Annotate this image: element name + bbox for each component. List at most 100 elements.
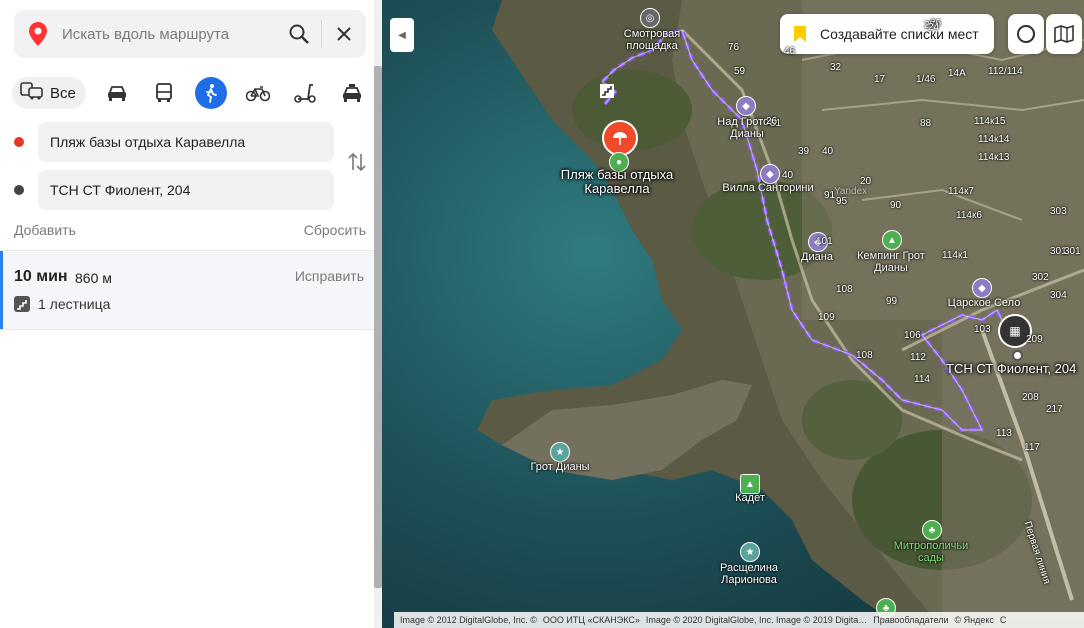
attraction-star-icon[interactable]: ★ bbox=[740, 542, 760, 562]
house-number: 95 bbox=[836, 196, 848, 207]
swap-arrows-icon[interactable] bbox=[346, 150, 370, 174]
to-field[interactable]: ТСН СТ Фиолент, 204 bbox=[38, 170, 334, 210]
route-distance: 860 м bbox=[75, 270, 112, 286]
house-number: 103 bbox=[974, 324, 991, 335]
bus-icon[interactable] bbox=[148, 77, 180, 109]
attribution-digitalglobe: Image © 2012 DigitalGlobe, Inc. © bbox=[400, 615, 537, 625]
attribution-digitalglobe-2: Image © 2020 DigitalGlobe, Inc. Image © … bbox=[645, 615, 868, 625]
start-place-label: Пляж базы отдыха Каравелла bbox=[560, 167, 674, 196]
attribution-scanex[interactable]: ООО ИТЦ «СКАНЭКС» bbox=[543, 615, 640, 625]
house-number: 90 bbox=[890, 200, 902, 211]
yandex-copyright: © Яндекс bbox=[954, 615, 994, 625]
end-place-label: ТСН СТ Фиолент, 204 bbox=[946, 361, 1077, 376]
house-number: 91 bbox=[824, 190, 836, 201]
house-number: 301 bbox=[1064, 246, 1081, 257]
house-number: 109 bbox=[818, 312, 835, 323]
route-panel: Искать вдоль маршрута Все Пляж базы отды… bbox=[0, 0, 382, 628]
house-number: 40 bbox=[822, 146, 834, 157]
house-number: 117 bbox=[1024, 442, 1040, 453]
destination-point-dot bbox=[1012, 350, 1023, 361]
satellite-imagery bbox=[382, 0, 1084, 628]
poi-label-kadet: Кадет bbox=[735, 492, 765, 504]
house-number: 108 bbox=[856, 350, 873, 361]
house-number: 20 bbox=[860, 176, 872, 187]
car-icon[interactable] bbox=[101, 77, 133, 109]
walking-icon[interactable] bbox=[194, 77, 227, 109]
route-time: 10 мин bbox=[14, 268, 68, 285]
start-point-dot bbox=[14, 137, 24, 147]
reset-link[interactable]: Сбросить bbox=[304, 222, 366, 238]
create-lists-promo[interactable]: Создавайте списки мест bbox=[780, 14, 994, 54]
house-number: 32 bbox=[830, 62, 842, 73]
bicycle-icon[interactable] bbox=[242, 77, 274, 109]
map-attribution: Image © 2012 DigitalGlobe, Inc. © ООО ИТ… bbox=[394, 612, 1084, 628]
collapse-panel-button[interactable]: ◀ bbox=[390, 18, 414, 52]
house-number: 106 bbox=[904, 330, 921, 341]
mountain-icon[interactable]: ▲ bbox=[740, 474, 760, 494]
route-point-from: Пляж базы отдыха Каравелла bbox=[14, 122, 334, 162]
route-search-input[interactable]: Искать вдоль маршрута bbox=[62, 26, 277, 43]
house-number: 14А bbox=[948, 68, 966, 79]
viewpoint-icon[interactable]: ◎ bbox=[640, 8, 660, 28]
poi-label-villa: Вилла Санторини bbox=[722, 182, 814, 194]
location-pin-icon bbox=[14, 22, 62, 46]
house-number: 217 bbox=[1046, 404, 1063, 415]
promo-label: Создавайте списки мест bbox=[820, 26, 979, 42]
scooter-icon[interactable] bbox=[289, 77, 321, 109]
house-number: 112 bbox=[910, 352, 926, 363]
beach-marker[interactable] bbox=[602, 120, 638, 156]
house-number: 114к13 bbox=[978, 152, 1010, 163]
route-point-to: ТСН СТ Фиолент, 204 bbox=[14, 170, 334, 210]
route-search-bar[interactable]: Искать вдоль маршрута bbox=[14, 10, 366, 58]
layers-icon[interactable] bbox=[1008, 14, 1044, 54]
hotel-icon[interactable]: ◆ bbox=[736, 96, 756, 116]
house-number: 302 bbox=[1032, 272, 1049, 283]
house-number: 1/46 bbox=[916, 74, 936, 85]
multimodal-icon bbox=[20, 81, 44, 105]
house-number: 208 bbox=[1022, 392, 1039, 403]
house-number: 114 bbox=[914, 374, 930, 385]
route-feature-label: 1 лестница bbox=[38, 296, 111, 312]
house-number: 114к14 bbox=[978, 134, 1010, 145]
map-stairs-icon bbox=[600, 84, 614, 98]
house-number: 46 bbox=[784, 46, 796, 57]
house-number: 114к15 bbox=[974, 116, 1006, 127]
house-number: 59 bbox=[734, 66, 746, 77]
attribution-extra: С bbox=[999, 615, 1007, 625]
house-number: 108 bbox=[836, 284, 853, 295]
from-field[interactable]: Пляж базы отдыха Каравелла bbox=[38, 122, 334, 162]
house-number: 113 bbox=[996, 428, 1012, 439]
house-number: 114к6 bbox=[956, 210, 982, 221]
rightholders-link[interactable]: Правообладатели bbox=[873, 615, 948, 625]
house-number: 24 bbox=[928, 22, 940, 33]
house-number: 40 bbox=[782, 170, 794, 181]
garden-icon[interactable]: ♣ bbox=[922, 520, 942, 540]
attraction-star-icon[interactable]: ★ bbox=[550, 442, 570, 462]
house-number: 209 bbox=[1026, 334, 1043, 345]
satellite-map[interactable]: ◀ Создавайте списки мест ● Пляж базы отд… bbox=[382, 0, 1084, 628]
house-number: 76 bbox=[728, 42, 740, 53]
house-number: 26 bbox=[766, 116, 778, 127]
house-number: 88 bbox=[920, 118, 932, 129]
add-point-link[interactable]: Добавить bbox=[14, 222, 76, 238]
poi-label-mitropolichi: Митрополичьи сады bbox=[893, 540, 969, 564]
hotel-icon[interactable]: ◆ bbox=[972, 278, 992, 298]
scrollbar[interactable] bbox=[374, 66, 382, 588]
search-icon[interactable] bbox=[277, 10, 321, 58]
mode-all[interactable]: Все bbox=[12, 77, 86, 109]
house-number: 39 bbox=[798, 146, 810, 157]
poi-label-smotrovaya: Смотровая площадка bbox=[623, 28, 681, 52]
house-number: 112/114 bbox=[988, 66, 1023, 77]
camping-icon[interactable]: ▲ bbox=[882, 230, 902, 250]
transport-mode-tabs: Все bbox=[12, 76, 368, 110]
house-number: 114к1 bbox=[942, 250, 968, 261]
hotel-icon[interactable]: ◆ bbox=[760, 164, 780, 184]
route-option-card[interactable]: 10 мин 860 м Исправить 1 лестница bbox=[0, 250, 374, 330]
taxi-icon[interactable] bbox=[336, 77, 368, 109]
house-number: 303 bbox=[1050, 206, 1067, 217]
edit-route-link[interactable]: Исправить bbox=[295, 268, 364, 284]
poi-label-kemping: Кемпинг Грот Дианы bbox=[857, 250, 925, 274]
close-icon[interactable] bbox=[322, 10, 366, 58]
map-book-icon[interactable] bbox=[1046, 14, 1082, 54]
end-point-dot bbox=[14, 185, 24, 195]
